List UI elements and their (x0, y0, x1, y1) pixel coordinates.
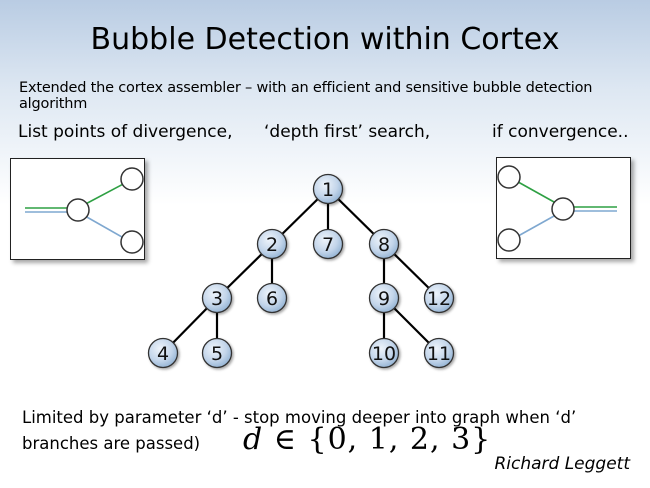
tree-node-12: 12 (423, 282, 455, 314)
tree-node-label: 12 (427, 288, 451, 310)
formula-variable: d (243, 422, 264, 457)
tree-node-label: 8 (378, 234, 390, 256)
tree-node-7: 7 (312, 228, 344, 260)
tree-node-2: 2 (256, 228, 288, 260)
tree-node-10: 10 (368, 337, 400, 369)
tree-node-8: 8 (368, 228, 400, 260)
tree-node-label: 1 (322, 179, 334, 201)
tree-node-6: 6 (256, 282, 288, 314)
depth-formula: d ∈ {0, 1, 2, 3} (243, 422, 491, 457)
tree-node-label: 3 (211, 288, 223, 310)
formula-set: ∈ {0, 1, 2, 3} (263, 422, 492, 457)
tree-node-4: 4 (147, 337, 179, 369)
limit-text-line2: branches are passed) (22, 434, 201, 453)
tree-nodes: 12 7 83 6 9 124 5 10 11 (147, 173, 455, 369)
author-name: Richard Leggett (494, 454, 630, 474)
tree-node-label: 9 (378, 288, 390, 310)
tree-node-label: 10 (372, 343, 396, 365)
tree-node-3: 3 (201, 282, 233, 314)
tree-node-1: 1 (312, 173, 344, 205)
tree-node-label: 5 (211, 343, 223, 365)
tree-node-11: 11 (423, 337, 455, 369)
tree-node-label: 4 (157, 343, 169, 365)
tree-node-label: 2 (266, 234, 278, 256)
tree-edges (162, 188, 440, 354)
tree-node-5: 5 (201, 337, 233, 369)
tree-node-label: 6 (266, 288, 278, 310)
tree-node-9: 9 (368, 282, 400, 314)
tree-node-label: 11 (427, 343, 451, 365)
tree-node-label: 7 (322, 234, 334, 256)
